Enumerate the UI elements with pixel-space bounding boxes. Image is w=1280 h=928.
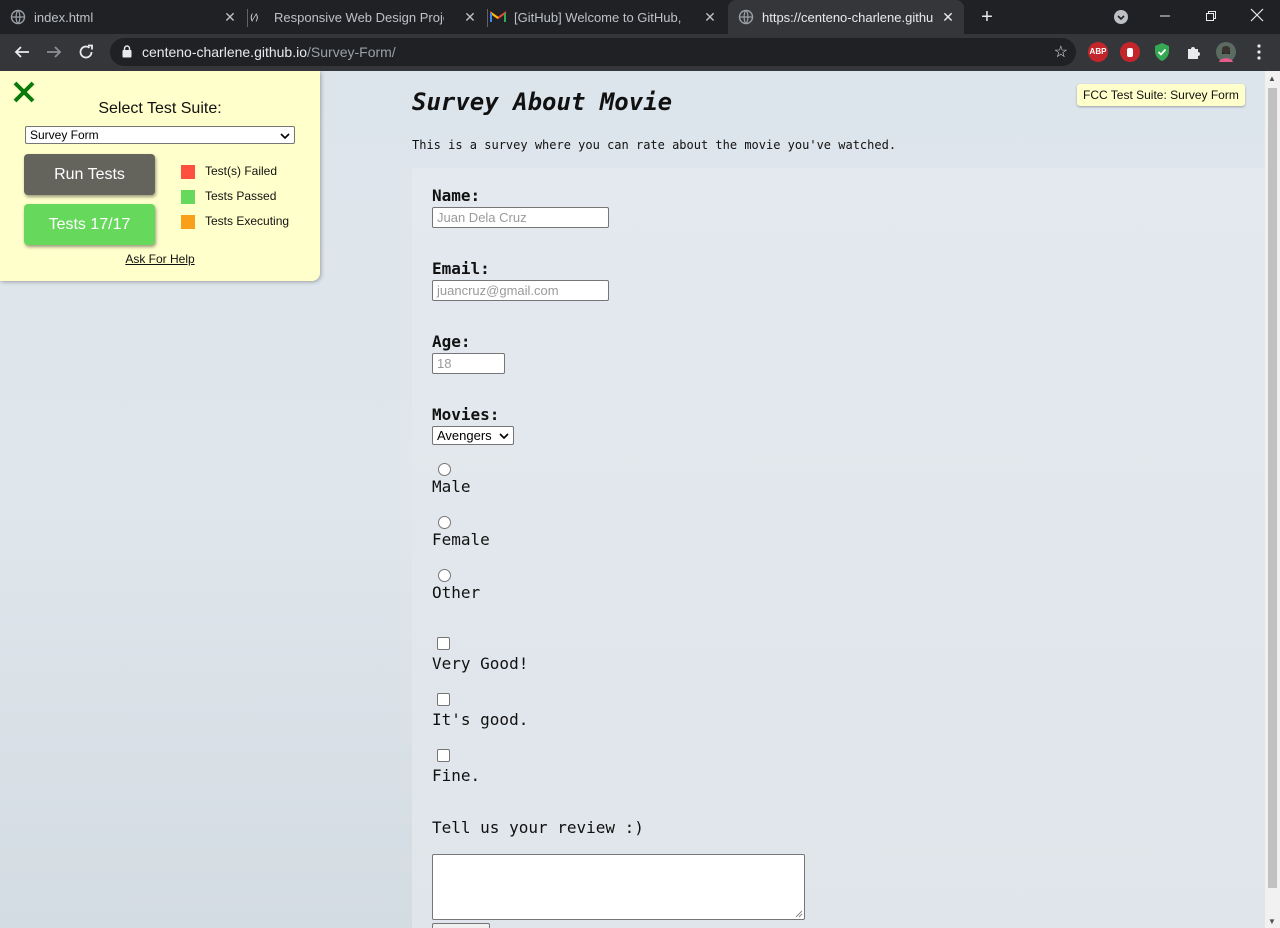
- radio-label-other: Other: [432, 583, 481, 602]
- tab-survey-form[interactable]: https://centeno-charlene.github.i ✕: [728, 0, 964, 34]
- scroll-up-arrow-icon[interactable]: ▲: [1268, 74, 1276, 83]
- movies-label: Movies:: [432, 405, 500, 424]
- close-tab-icon[interactable]: ✕: [222, 9, 238, 25]
- test-suite-select[interactable]: Survey Form: [25, 126, 295, 144]
- ask-for-help-link[interactable]: Ask For Help: [0, 252, 320, 266]
- close-tab-icon[interactable]: ✕: [462, 9, 478, 25]
- puzzle-icon[interactable]: [1184, 42, 1204, 62]
- lock-icon: [122, 45, 132, 63]
- forward-arrow-icon[interactable]: [42, 40, 66, 64]
- chevron-down-icon: [280, 127, 290, 145]
- url-path: /Survey-Form/: [307, 44, 396, 60]
- close-tab-icon[interactable]: ✕: [940, 9, 956, 25]
- legend-executing: Tests Executing: [181, 214, 289, 229]
- radio-female[interactable]: [438, 516, 451, 529]
- survey-form: Name: Juan Dela Cruz Email: juancruz@gma…: [412, 168, 1265, 928]
- browser-toolbar: centeno-charlene.github.io/Survey-Form/ …: [0, 34, 1280, 71]
- legend-failed: Test(s) Failed: [181, 164, 277, 179]
- failed-swatch: [181, 164, 195, 179]
- run-tests-button[interactable]: Run Tests: [24, 154, 155, 195]
- review-textarea[interactable]: [432, 854, 805, 920]
- radio-other[interactable]: [438, 569, 451, 582]
- chevron-down-icon: [499, 433, 509, 440]
- legend-passed: Tests Passed: [181, 189, 276, 204]
- address-bar[interactable]: centeno-charlene.github.io/Survey-Form/ …: [110, 38, 1076, 66]
- tests-result-button[interactable]: Tests 17/17: [24, 204, 155, 245]
- radio-label-male: Male: [432, 477, 471, 496]
- checkbox-good[interactable]: [437, 693, 450, 706]
- tab-strip: index.html ✕ (⁄) Responsive Web Design P…: [0, 0, 1280, 34]
- movies-value: Avengers: [437, 428, 492, 443]
- tab-search-icon[interactable]: [1098, 0, 1144, 34]
- scrollbar-thumb[interactable]: [1268, 88, 1277, 888]
- age-label: Age:: [432, 332, 471, 351]
- menu-kebab-icon[interactable]: [1247, 40, 1271, 64]
- profile-avatar[interactable]: [1216, 42, 1236, 62]
- restore-icon[interactable]: [1188, 0, 1234, 34]
- page-description: This is a survey where you can rate abou…: [412, 138, 897, 152]
- page-title: Survey About Movie: [412, 88, 673, 116]
- test-suite-value: Survey Form: [30, 128, 99, 142]
- resize-handle-icon[interactable]: [795, 910, 803, 918]
- email-input[interactable]: juancruz@gmail.com: [432, 280, 609, 301]
- scroll-down-arrow-icon[interactable]: ▼: [1268, 917, 1276, 926]
- adblock-hand-icon[interactable]: [1120, 42, 1140, 62]
- legend-executing-label: Tests Executing: [205, 214, 290, 228]
- legend-passed-label: Tests Passed: [205, 189, 277, 203]
- passed-swatch: [181, 189, 195, 204]
- gmail-icon: [490, 9, 506, 25]
- tab-separator: [487, 9, 488, 27]
- fcc-test-panel: Select Test Suite: Survey Form Run Tests…: [0, 71, 320, 281]
- svg-text:(⁄): (⁄): [250, 14, 258, 24]
- legend-failed-label: Test(s) Failed: [205, 164, 278, 178]
- close-tab-icon[interactable]: ✕: [702, 9, 718, 25]
- back-arrow-icon[interactable]: [10, 40, 34, 64]
- bookmark-star-icon[interactable]: ☆: [1054, 42, 1068, 62]
- tab-title: https://centeno-charlene.github.i: [762, 9, 934, 25]
- tab-title: index.html: [34, 9, 94, 25]
- name-label: Name:: [432, 186, 481, 205]
- age-input[interactable]: 18: [432, 353, 505, 374]
- submit-button[interactable]: [432, 923, 490, 928]
- vertical-scrollbar[interactable]: ▲ ▼: [1265, 71, 1280, 928]
- checkbox-label-good: It's good.: [432, 710, 529, 729]
- tab-index[interactable]: index.html ✕: [10, 0, 246, 34]
- select-suite-label: Select Test Suite:: [98, 100, 222, 117]
- tab-fcc[interactable]: (⁄) Responsive Web Design Projects ✕: [250, 0, 486, 34]
- checkbox-fine[interactable]: [437, 749, 450, 762]
- new-tab-plus-icon[interactable]: +: [976, 6, 998, 28]
- fcc-suite-badge[interactable]: FCC Test Suite: Survey Form: [1077, 84, 1245, 106]
- radio-label-female: Female: [432, 530, 490, 549]
- email-label: Email:: [432, 259, 490, 278]
- executing-swatch: [181, 214, 195, 229]
- movies-select[interactable]: Avengers: [432, 426, 514, 445]
- close-window-icon[interactable]: [1234, 0, 1280, 34]
- adblock-plus-icon[interactable]: ABP: [1088, 42, 1108, 62]
- minimize-icon[interactable]: [1142, 0, 1188, 34]
- tab-title: Responsive Web Design Projects: [274, 9, 444, 25]
- checkbox-very-good[interactable]: [437, 637, 450, 650]
- globe-icon: [738, 9, 754, 25]
- url-host: centeno-charlene.github.io: [142, 44, 308, 60]
- review-label: Tell us your review :): [432, 818, 644, 837]
- shield-icon[interactable]: [1152, 42, 1172, 62]
- reload-icon[interactable]: [74, 40, 98, 64]
- tab-gmail[interactable]: [GitHub] Welcome to GitHub, @c ✕: [490, 0, 726, 34]
- radio-male[interactable]: [438, 463, 451, 476]
- checkbox-label-fine: Fine.: [432, 766, 481, 785]
- freecodecamp-icon: (⁄): [250, 9, 266, 25]
- name-input[interactable]: Juan Dela Cruz: [432, 207, 609, 228]
- url-text: centeno-charlene.github.io/Survey-Form/: [142, 44, 396, 60]
- globe-icon: [10, 9, 26, 25]
- page-viewport: Select Test Suite: Survey Form Run Tests…: [0, 71, 1265, 928]
- tab-separator: [247, 9, 248, 27]
- tab-title: [GitHub] Welcome to GitHub, @c: [514, 9, 684, 25]
- checkbox-label-very-good: Very Good!: [432, 654, 529, 673]
